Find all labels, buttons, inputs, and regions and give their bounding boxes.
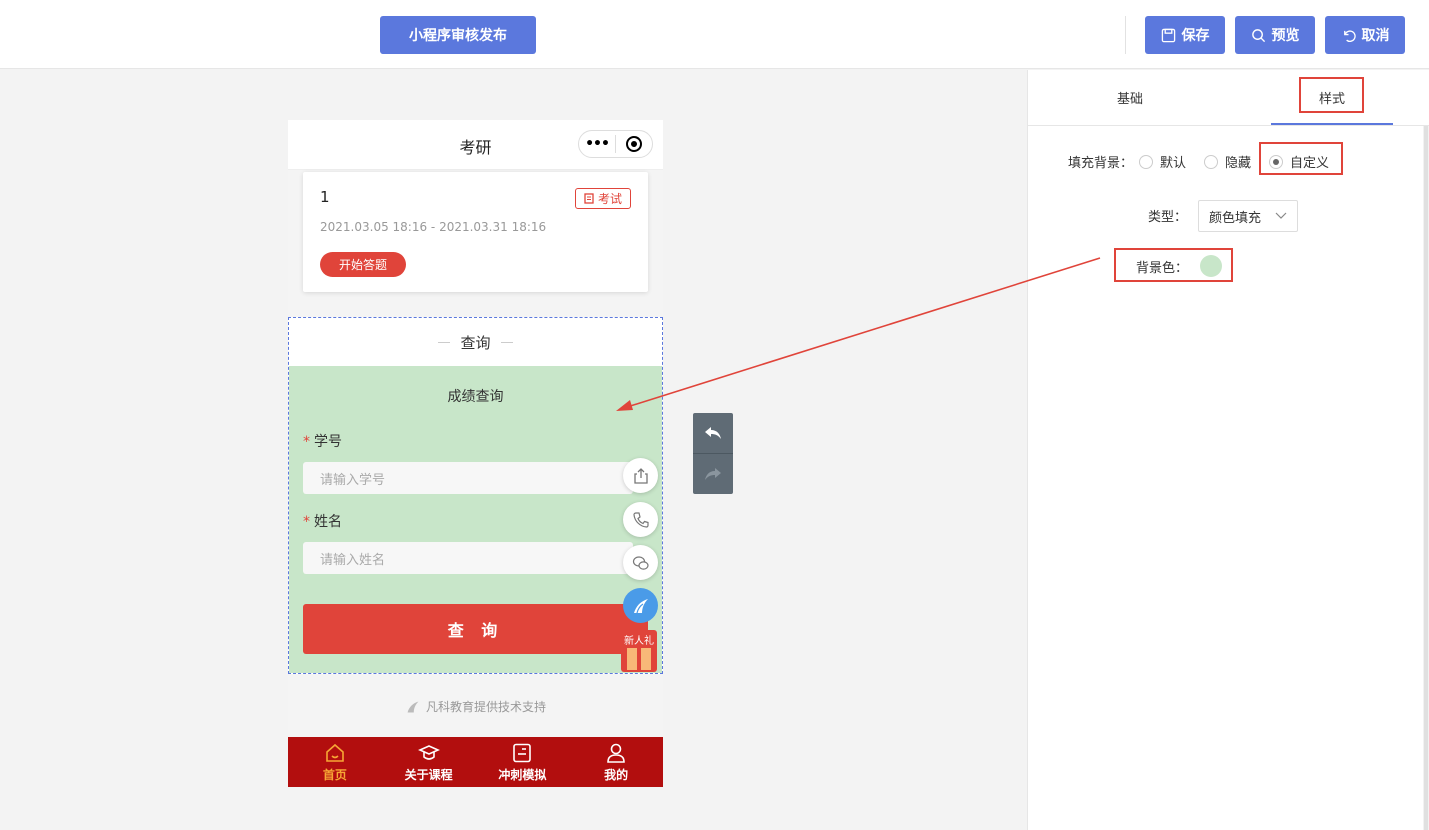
radio-default-label[interactable]: 默认 (1160, 152, 1186, 171)
tab-about-course[interactable]: 关于课程 (382, 737, 476, 787)
gift-label: 新人礼 (624, 636, 654, 647)
chevron-down-icon (1275, 212, 1287, 219)
redo-button[interactable] (693, 454, 733, 494)
query-heading-label: 查询 (460, 333, 491, 352)
type-label: 类型： (1148, 210, 1188, 225)
student-id-label: * 学号 (303, 431, 342, 451)
phone-header: 考研 ••• (288, 120, 663, 170)
home-icon (326, 743, 344, 762)
highlight-custom-option (1259, 142, 1343, 175)
name-input[interactable]: 请输入姓名 (303, 542, 633, 574)
highlight-background-color (1114, 248, 1233, 282)
user-icon (607, 743, 625, 763)
tab-border (1028, 125, 1429, 126)
miniprogram-capsule[interactable]: ••• (578, 130, 653, 158)
search-icon (1251, 28, 1265, 42)
save-button[interactable]: 保存 (1145, 16, 1225, 54)
tech-support-footer: 凡科教育提供技术支持 (288, 698, 663, 715)
preview-button[interactable]: 预览 (1235, 16, 1315, 54)
undo-arrow-icon (705, 427, 721, 439)
name-label-text: 姓名 (314, 514, 342, 530)
exam-doc-icon (584, 193, 594, 204)
phone-preview: 考研 ••• 1 考试 2021.03.05 18:16 - 2021.03.3… (288, 120, 663, 787)
publish-button[interactable]: 小程序审核发布 (380, 16, 536, 54)
student-id-input[interactable]: 请输入学号 (303, 462, 633, 494)
radio-hidden[interactable] (1204, 154, 1219, 169)
share-icon (633, 467, 648, 484)
undo-redo-panel (693, 413, 733, 494)
type-select[interactable]: 颜色填充 (1198, 200, 1298, 232)
heading-line-left (438, 341, 451, 343)
query-module[interactable]: 查询 成绩查询 * 学号 请输入学号 * 姓名 请输入姓名 查 询 新人礼 (288, 317, 663, 674)
tab-home[interactable]: 首页 (288, 737, 382, 787)
student-id-label-text: 学号 (314, 434, 342, 450)
type-select-value: 颜色填充 (1209, 210, 1262, 226)
query-form: 成绩查询 * 学号 请输入学号 * 姓名 请输入姓名 查 询 (289, 366, 662, 673)
brand-float-button[interactable] (623, 588, 658, 623)
start-answer-button[interactable]: 开始答题 (320, 252, 406, 277)
save-label: 保存 (1181, 28, 1210, 44)
query-form-title: 成绩查询 (447, 389, 504, 405)
heading-line-right (500, 341, 513, 343)
save-icon (1161, 28, 1175, 42)
tab-home-label: 首页 (322, 767, 347, 782)
brand-logo-icon (633, 598, 648, 613)
more-icon[interactable]: ••• (579, 136, 615, 152)
support-text: 凡科教育提供技术支持 (425, 700, 546, 714)
style-settings-panel: 基础 样式 填充背景： 默认 隐藏 自定义 类型： 颜色填充 背景色： (1027, 70, 1429, 830)
tab-mine-label: 我的 (604, 767, 629, 782)
exam-number: 1 (320, 188, 330, 206)
phone-icon (632, 511, 649, 528)
cancel-label: 取消 (1361, 28, 1390, 44)
name-label: * 姓名 (303, 511, 342, 531)
close-target-icon[interactable] (616, 135, 652, 153)
preview-label: 预览 (1271, 28, 1300, 44)
undo-button[interactable] (693, 413, 733, 453)
fill-background-label: 填充背景： (1068, 156, 1134, 171)
tab-sprint-mock-label: 冲刺模拟 (498, 767, 547, 782)
bottom-tabbar: 首页 关于课程 冲刺模拟 我的 (288, 737, 663, 787)
notebook-icon (513, 743, 532, 762)
tab-about-course-label: 关于课程 (404, 767, 453, 782)
exam-tag-label: 考试 (597, 192, 622, 206)
gift-icon (627, 648, 651, 670)
graduation-cap-icon (417, 744, 440, 760)
panel-scrollbar-thumb[interactable] (1424, 126, 1428, 830)
new-user-gift-button[interactable]: 新人礼 (621, 630, 657, 672)
query-submit-button[interactable]: 查 询 (303, 604, 648, 654)
query-heading: 查询 (289, 318, 662, 366)
radio-hidden-label[interactable]: 隐藏 (1225, 152, 1251, 171)
cancel-button[interactable]: 取消 (1325, 16, 1405, 54)
publish-label: 小程序审核发布 (409, 28, 507, 44)
exam-date-range: 2021.03.05 18:16 - 2021.03.31 18:16 (320, 220, 547, 234)
undo-icon (1343, 29, 1356, 42)
redo-arrow-icon (705, 468, 721, 480)
tab-basic[interactable]: 基础 (1030, 70, 1230, 125)
exam-tag: 考试 (574, 188, 631, 209)
wechat-icon (632, 555, 649, 570)
top-toolbar: 小程序审核发布 保存 预览 取消 (0, 0, 1429, 69)
brand-logo-icon (407, 701, 419, 712)
toolbar-divider (1125, 16, 1126, 54)
required-mark: * (303, 434, 310, 450)
highlight-style-tab (1299, 77, 1364, 113)
tab-sprint-mock[interactable]: 冲刺模拟 (476, 737, 570, 787)
wechat-float-button[interactable] (623, 545, 658, 580)
share-float-button[interactable] (623, 458, 658, 493)
exam-card[interactable]: 1 考试 2021.03.05 18:16 - 2021.03.31 18:16… (303, 172, 648, 292)
phone-float-button[interactable] (623, 502, 658, 537)
tab-mine[interactable]: 我的 (569, 737, 663, 787)
radio-default[interactable] (1139, 154, 1154, 169)
required-mark: * (303, 514, 310, 530)
